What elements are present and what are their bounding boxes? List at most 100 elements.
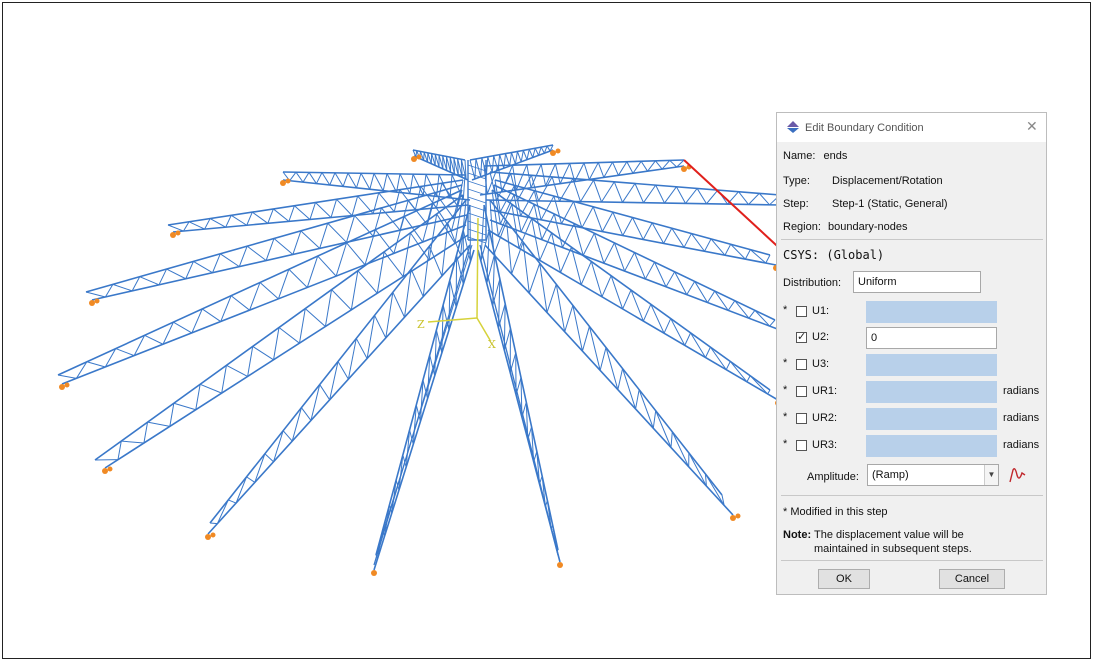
truss-web <box>516 151 522 162</box>
dof-checkbox[interactable] <box>796 440 807 451</box>
truss-web <box>738 191 749 205</box>
truss-chord <box>489 219 781 331</box>
truss-web <box>304 308 326 327</box>
truss-web <box>235 476 248 504</box>
separator <box>781 239 1043 240</box>
truss-web <box>601 275 612 297</box>
modified-star: * <box>783 304 788 316</box>
truss-web <box>635 389 640 410</box>
step-value: Step-1 (Static, General) <box>832 198 948 210</box>
dof-label: UR3: <box>812 439 838 451</box>
dialog-titlebar[interactable]: Edit Boundary Condition ✕ <box>777 113 1046 142</box>
truss-web <box>373 173 384 191</box>
truss-web <box>580 179 594 202</box>
truss-web <box>167 224 184 232</box>
cancel-button[interactable]: Cancel <box>939 569 1005 589</box>
chevron-down-icon[interactable]: ▼ <box>984 465 998 485</box>
truss-web <box>327 222 347 243</box>
truss-web <box>212 253 221 273</box>
truss-web <box>487 156 493 173</box>
close-icon[interactable]: ✕ <box>1026 118 1038 135</box>
truss-web <box>546 145 551 152</box>
distribution-field[interactable]: Uniform <box>853 271 981 293</box>
truss-web <box>613 181 623 203</box>
truss-web <box>640 161 648 172</box>
truss-web <box>399 173 411 194</box>
truss-web <box>622 289 632 310</box>
modified-star: * <box>783 357 788 369</box>
dof-value-field[interactable] <box>866 381 997 403</box>
dof-checkbox[interactable] <box>796 359 807 370</box>
truss-web <box>238 245 248 267</box>
truss-web <box>744 249 751 260</box>
dof-label: U1: <box>812 305 830 317</box>
truss-web <box>670 431 673 448</box>
truss-arm <box>207 199 471 535</box>
truss-web <box>511 204 520 249</box>
truss-web <box>601 211 614 232</box>
truss-arm <box>282 171 471 201</box>
truss-web <box>264 453 274 463</box>
amplitude-label: Amplitude: <box>807 471 859 483</box>
leg-line <box>479 244 559 556</box>
truss-web <box>634 183 644 203</box>
truss-web <box>469 159 476 180</box>
dof-checkbox[interactable] <box>796 330 807 343</box>
truss-web <box>57 374 77 379</box>
truss-arm <box>412 149 469 181</box>
dof-checkbox[interactable] <box>796 306 807 317</box>
truss-web <box>624 252 635 272</box>
truss-web <box>655 184 665 204</box>
truss-web <box>765 254 771 264</box>
truss-web <box>428 245 443 277</box>
truss-web <box>725 361 731 370</box>
truss-web <box>331 289 352 311</box>
amplitude-curve-icon[interactable] <box>1009 467 1027 483</box>
truss-web <box>278 327 300 344</box>
truss-web <box>220 253 240 268</box>
column-web <box>467 196 487 204</box>
amplitude-select[interactable]: (Ramp) ▼ <box>867 464 999 486</box>
truss-web <box>402 232 411 277</box>
dof-value-field[interactable] <box>866 435 997 457</box>
column-web <box>467 180 487 188</box>
truss-web <box>86 361 106 368</box>
dof-checkbox[interactable] <box>796 386 807 397</box>
truss-web <box>520 150 524 162</box>
truss-web <box>321 172 331 186</box>
truss-arm <box>484 199 734 516</box>
truss-web <box>612 211 624 236</box>
dof-value-field[interactable] <box>866 408 997 430</box>
truss-web <box>273 327 280 360</box>
truss-web <box>643 184 657 203</box>
truss-web <box>582 232 595 256</box>
truss-web <box>319 223 329 249</box>
truss-arm <box>85 184 468 301</box>
support-marker <box>205 532 216 540</box>
dof-value-field[interactable] <box>866 301 997 323</box>
truss-web <box>769 319 776 327</box>
truss-web <box>204 218 211 230</box>
truss-web <box>199 383 222 394</box>
dof-checkbox[interactable] <box>796 413 807 424</box>
truss-web <box>324 289 333 327</box>
ok-button[interactable]: OK <box>818 569 870 589</box>
dof-value-field[interactable]: 0 <box>866 327 997 349</box>
distribution-label: Distribution: <box>783 277 842 289</box>
truss-web <box>345 215 356 243</box>
truss-web <box>202 308 221 322</box>
truss-web <box>357 270 378 294</box>
truss-web <box>522 150 528 160</box>
truss-web <box>112 283 133 292</box>
modified-star: * <box>783 438 788 450</box>
truss-web <box>626 161 634 174</box>
truss-web <box>334 172 344 187</box>
truss-web <box>319 384 331 401</box>
truss-web <box>300 230 321 249</box>
truss-chord <box>91 214 468 301</box>
dof-value-field[interactable] <box>866 354 997 376</box>
support-marker <box>102 466 113 474</box>
type-row: Type: Displacement/Rotation <box>783 175 943 187</box>
truss-web <box>407 199 428 225</box>
truss-web <box>748 310 756 319</box>
